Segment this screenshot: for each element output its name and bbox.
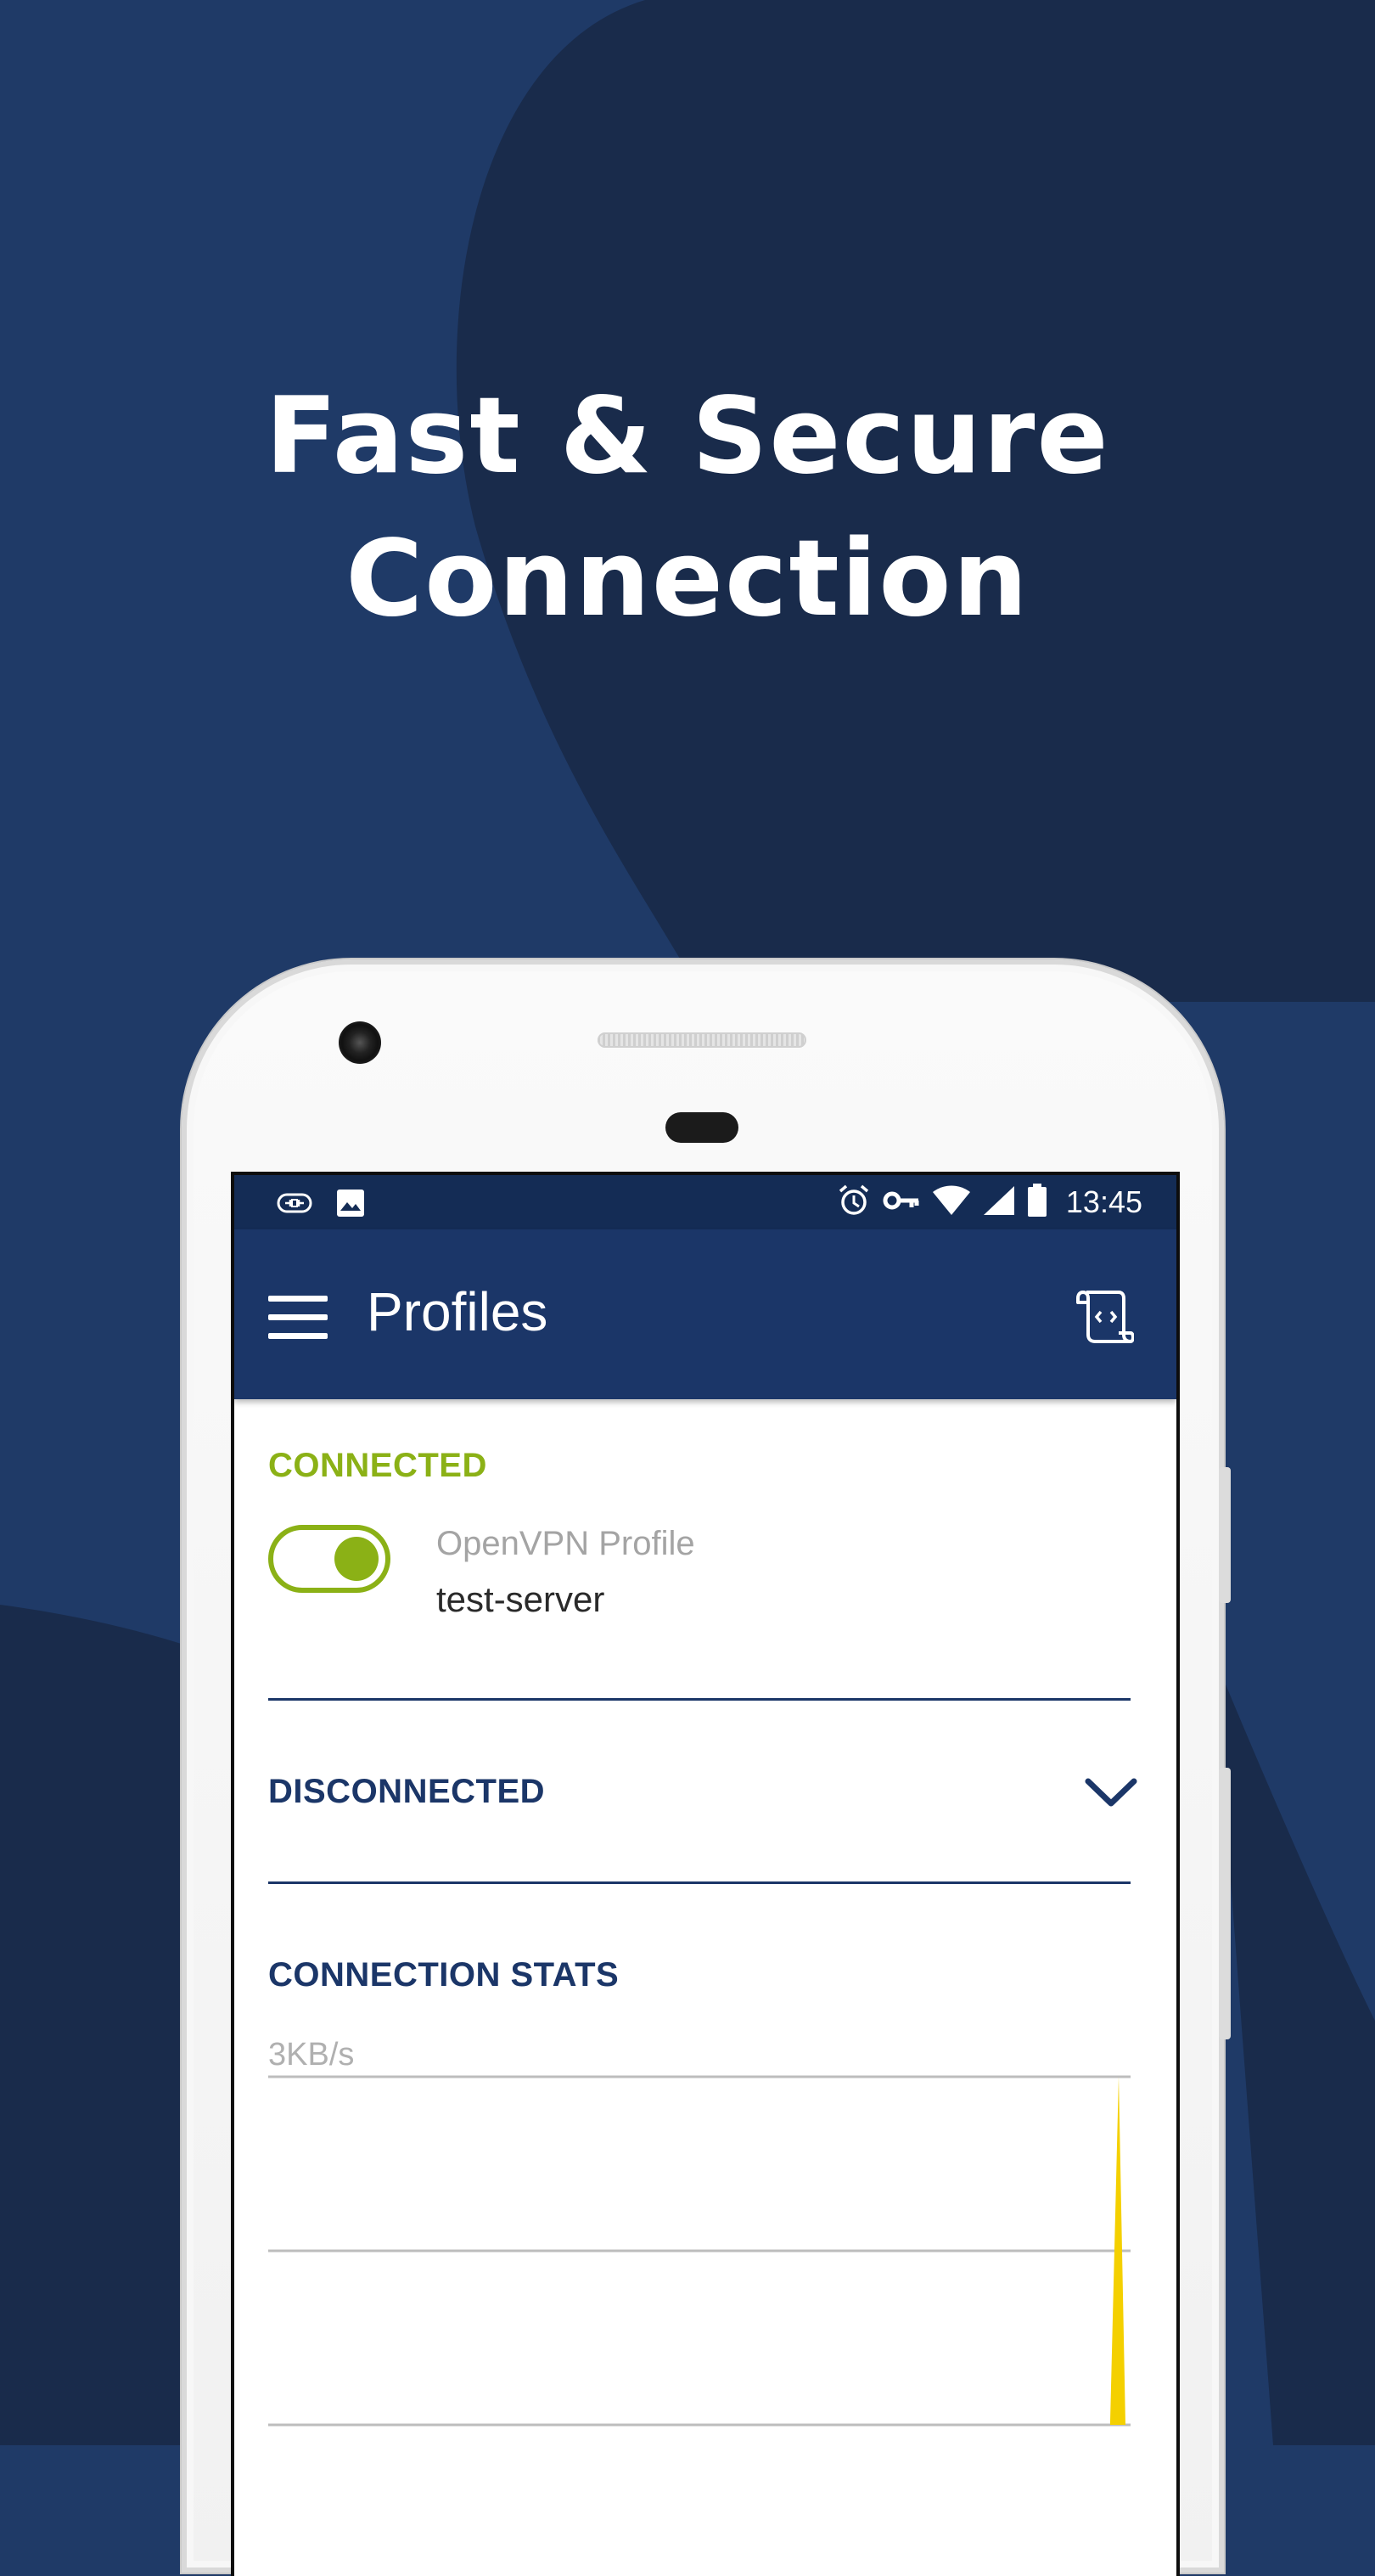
hamburger-menu-icon[interactable] — [268, 1296, 328, 1340]
divider-connected — [268, 1698, 1131, 1701]
profile-name[interactable]: test-server — [436, 1579, 604, 1620]
status-bar: 13:45 — [234, 1175, 1176, 1229]
chevron-down-icon[interactable] — [1083, 1775, 1139, 1812]
signal-icon — [983, 1185, 1015, 1219]
connection-stats-label: CONNECTION STATS — [268, 1956, 620, 1994]
chart-y-tick-label: 3KB/s — [268, 2037, 354, 2073]
divider-disconnected — [268, 1881, 1131, 1884]
app-bar: Profiles — [234, 1229, 1176, 1399]
headline: Fast & Secure Connection — [0, 365, 1375, 650]
earpiece-speaker — [598, 1032, 806, 1048]
vpn-badge-icon — [277, 1193, 312, 1217]
connected-section-label: CONNECTED — [268, 1447, 487, 1484]
phone-screen: 13:45 Profiles CONNECTED OpenVPN Profile… — [231, 1172, 1180, 2576]
phone-frame: 13:45 Profiles CONNECTED OpenVPN Profile… — [182, 959, 1231, 2576]
disconnected-section-label[interactable]: DISCONNECTED — [268, 1773, 545, 1811]
profile-type-label: OpenVPN Profile — [436, 1525, 695, 1562]
proximity-sensor — [665, 1112, 738, 1143]
wifi-icon — [932, 1185, 971, 1219]
toggle-knob — [334, 1537, 379, 1581]
connection-toggle[interactable] — [268, 1525, 390, 1593]
image-icon — [336, 1189, 365, 1221]
volume-button — [1219, 1467, 1231, 1603]
alarm-icon — [837, 1184, 871, 1221]
headline-line-2: Connection — [345, 518, 1030, 640]
power-button — [1219, 1768, 1231, 2039]
headline-line-1: Fast & Secure — [265, 375, 1110, 498]
page-title: Profiles — [367, 1281, 548, 1342]
log-scroll-icon[interactable] — [1075, 1287, 1135, 1347]
status-time: 13:45 — [1065, 1184, 1142, 1219]
connection-stats-chart: 3KB/s0B/s — [268, 2037, 1131, 2427]
key-icon — [883, 1188, 920, 1217]
front-camera — [339, 1021, 381, 1064]
battery-icon — [1027, 1184, 1047, 1221]
